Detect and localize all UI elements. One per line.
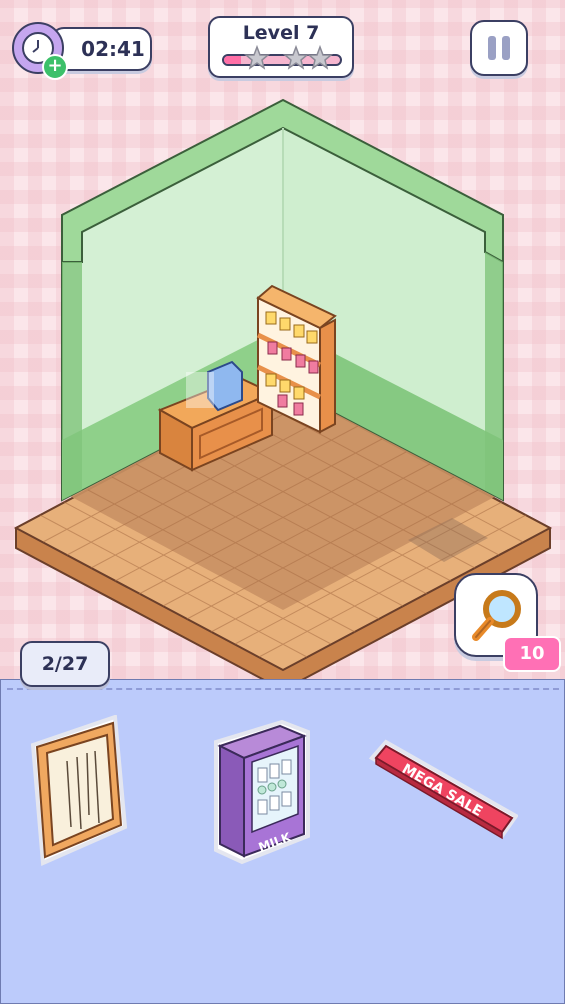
tray-item-window-frame[interactable] bbox=[25, 715, 130, 870]
star-icon bbox=[282, 45, 310, 70]
timer-widget[interactable]: 02:41 + bbox=[12, 22, 152, 80]
star-icon bbox=[306, 45, 334, 70]
pause-icon-bar bbox=[502, 36, 510, 60]
level-title: Level 7 bbox=[242, 22, 320, 44]
hint-count-badge: 10 bbox=[503, 636, 561, 672]
star-icon bbox=[244, 45, 271, 70]
level-panel: Level 7 bbox=[208, 16, 354, 78]
add-time-icon[interactable]: + bbox=[42, 54, 68, 80]
pause-button[interactable] bbox=[470, 20, 528, 76]
tray-item-milk-fridge[interactable]: MILK bbox=[212, 718, 312, 866]
tray-item-mega-sale-sign[interactable]: MEGA SALE bbox=[368, 738, 518, 846]
level-stars bbox=[244, 45, 334, 70]
level-progress-fill bbox=[224, 56, 242, 64]
items-found-counter: 2/27 bbox=[20, 641, 110, 687]
timer-text: 02:41 bbox=[81, 37, 145, 61]
pause-icon bbox=[488, 36, 496, 60]
